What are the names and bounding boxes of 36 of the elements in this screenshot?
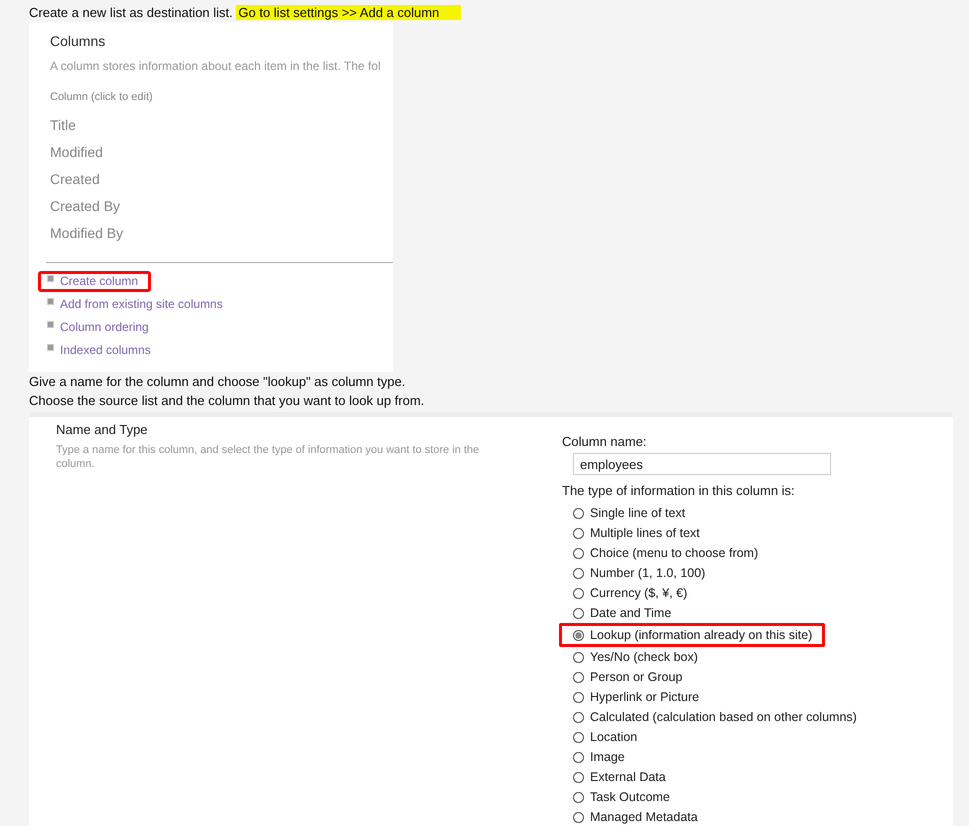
column-link[interactable]: Title	[50, 117, 393, 144]
section-description: A column stores information about each item in the list. The fol	[50, 59, 382, 75]
section-description: Type a name for this column, and select the type of information you want to store in the column.	[56, 443, 480, 471]
field-label: The type of information in this column is:	[562, 483, 796, 498]
settings-link[interactable]: Add from existing site columns	[38, 294, 236, 315]
radio-option[interactable]: Task Outcome	[559, 787, 681, 807]
radio-option[interactable]: Person or Group	[559, 667, 694, 687]
column-name-field[interactable]: employees	[573, 453, 831, 475]
instruction-text: Give a name for the column and choose "lookup" as column type.	[29, 373, 406, 391]
section-heading: Columns	[50, 33, 106, 51]
section-heading: Name and Type	[56, 422, 149, 437]
column-link[interactable]: Created	[50, 171, 393, 198]
radio-option[interactable]: Hyperlink or Picture	[559, 687, 710, 707]
instruction-text: Create a new list as destination list. Go to list settings >> Add a column	[29, 0, 969, 22]
radio-option[interactable]: Choice (menu to choose from)	[559, 543, 770, 563]
radio-option[interactable]: Lookup (information already on this site)	[559, 623, 826, 647]
radio-option[interactable]: Number (1, 1.0, 100)	[559, 563, 716, 583]
settings-link[interactable]: Create column	[38, 271, 152, 292]
radio-option[interactable]: Managed Metadata	[559, 807, 709, 826]
radio-option[interactable]: Calculated (calculation based on other columns)	[559, 707, 868, 727]
radio-option[interactable]: Multiple lines of text	[559, 523, 711, 543]
radio-option[interactable]: External Data	[559, 767, 677, 787]
radio-option[interactable]: Date and Time	[559, 603, 682, 623]
field-label: Column name:	[562, 434, 648, 449]
instruction-text: Choose the source list and the column that you want to look up from.	[29, 392, 426, 410]
settings-link[interactable]: Column ordering	[38, 317, 162, 338]
radio-option[interactable]: Yes/No (check box)	[559, 647, 709, 667]
column-header: Column (click to edit)	[50, 91, 154, 105]
column-link[interactable]: Modified	[50, 144, 393, 171]
settings-link[interactable]: Indexed columns	[38, 340, 164, 361]
column-link[interactable]: Modified By	[50, 225, 393, 252]
radio-option[interactable]: Image	[559, 747, 636, 767]
column-link[interactable]: Created By	[50, 198, 393, 225]
radio-option[interactable]: Single line of text	[559, 503, 696, 523]
radio-option[interactable]: Location	[559, 727, 648, 747]
radio-option[interactable]: Currency ($, ¥, €)	[559, 583, 698, 603]
